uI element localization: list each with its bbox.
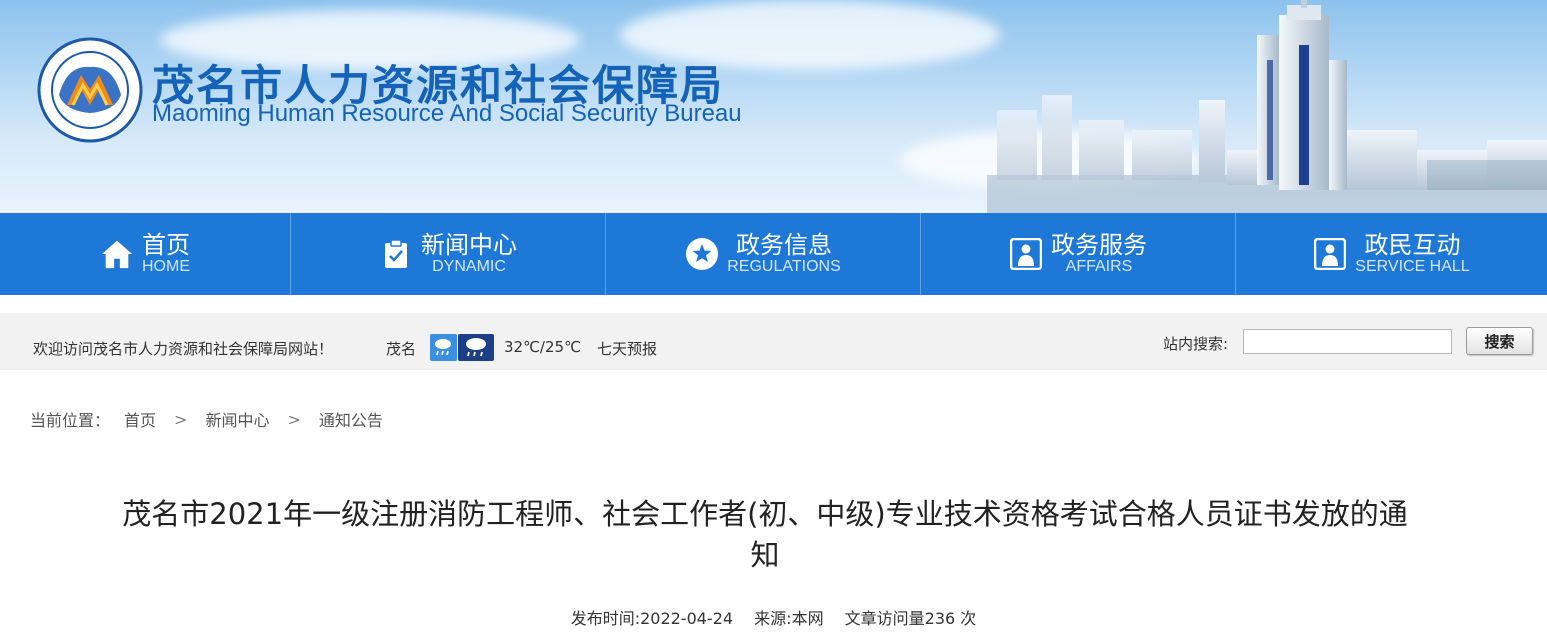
nav-item-label: 首页 — [142, 231, 190, 259]
breadcrumb-item-notices[interactable]: 通知公告 — [319, 407, 383, 431]
nav-item-home[interactable]: 首页 HOME — [0, 213, 291, 295]
seven-day-forecast-link[interactable]: 七天预报 — [597, 338, 657, 359]
publish-time: 发布时间:2022-04-24 — [570, 609, 734, 628]
star-circle-icon — [685, 237, 719, 271]
breadcrumb-separator: > — [174, 409, 188, 429]
nav-item-label: 政务服务 — [1051, 231, 1147, 259]
nav-item-sublabel: DYNAMIC — [432, 258, 506, 275]
nav-item-affairs[interactable]: 政务服务 AFFAIRS — [921, 213, 1236, 295]
breadcrumb-item-news[interactable]: 新闻中心 — [205, 407, 269, 431]
nav-item-sublabel: HOME — [142, 258, 190, 275]
article-source: 来源:本网 — [754, 609, 824, 628]
breadcrumb: 当前位置： 首页 > 新闻中心 > 通知公告 — [30, 407, 383, 431]
article-meta: 发布时间:2022-04-24 来源:本网 文章访问量236 次 — [0, 605, 1547, 629]
info-bar: 欢迎访问茂名市人力资源和社会保障局网站！ 茂名 32℃/25℃ 七天预报 站内搜… — [0, 313, 1547, 370]
thunderstorm-icon — [458, 334, 494, 361]
weather-city: 茂名 — [386, 340, 417, 358]
bureau-emblem-icon — [37, 37, 143, 143]
breadcrumb-separator: > — [287, 409, 301, 429]
view-count: 文章访问量236 次 — [844, 609, 977, 628]
nav-item-sublabel: SERVICE HALL — [1355, 258, 1470, 275]
clipboard-check-icon — [379, 237, 413, 271]
breadcrumb-prefix: 当前位置： — [30, 411, 111, 430]
nav-item-label: 政务信息 — [736, 231, 832, 259]
breadcrumb-item-home[interactable]: 首页 — [124, 407, 156, 431]
site-title-cn: 茂名市人力资源和社会保障局 — [152, 61, 725, 110]
search-label: 站内搜索: — [1163, 335, 1229, 353]
nav-item-sublabel: REGULATIONS — [727, 258, 841, 275]
site-title-en: Maoming Human Resource And Social Securi… — [152, 100, 742, 127]
home-icon — [100, 237, 134, 271]
site-banner: 茂名市人力资源和社会保障局 Maoming Human Resource And… — [0, 0, 1547, 213]
nav-item-sublabel: AFFAIRS — [1065, 258, 1133, 275]
search-button[interactable]: 搜索 — [1466, 327, 1533, 355]
main-nav: 首页 HOME 新闻中心 DYNAMIC 政务信息 REGULATIONS 政务… — [0, 213, 1547, 295]
nav-item-service-hall[interactable]: 政民互动 SERVICE HALL — [1236, 213, 1547, 295]
temperature-text: 32℃/25℃ — [504, 338, 581, 356]
rain-icon — [430, 334, 457, 361]
service-person-icon — [1009, 237, 1043, 271]
service-person-icon — [1313, 237, 1347, 271]
search-input[interactable] — [1243, 329, 1452, 354]
welcome-text: 欢迎访问茂名市人力资源和社会保障局网站！ — [33, 340, 334, 358]
nav-item-label: 新闻中心 — [421, 231, 517, 259]
nav-item-regulations[interactable]: 政务信息 REGULATIONS — [606, 213, 921, 295]
nav-item-label: 政民互动 — [1364, 231, 1461, 259]
article-title: 茂名市2021年一级注册消防工程师、社会工作者(初、中级)专业技术资格考试合格人… — [122, 497, 1408, 572]
nav-item-dynamic[interactable]: 新闻中心 DYNAMIC — [291, 213, 606, 295]
city-skyline-image — [987, 0, 1547, 213]
